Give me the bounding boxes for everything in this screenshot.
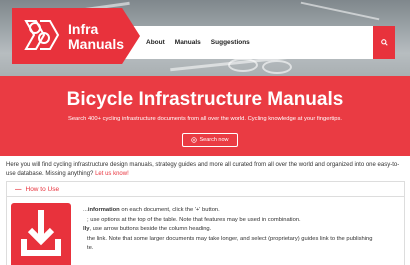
nav-about-link[interactable]: About — [146, 39, 165, 46]
search-icon — [380, 39, 388, 46]
plus-circle-icon — [191, 137, 198, 143]
how-to-use-title: How to Use — [25, 185, 60, 193]
intro-paragraph: Here you will find cycling infrastructur… — [6, 161, 406, 178]
instruction-line: ...information on each document, click t… — [83, 207, 220, 213]
logo-text-line2: Manuals — [68, 36, 125, 52]
let-us-know-link[interactable]: Let us know! — [95, 171, 129, 177]
site-logo[interactable]: Infra Manuals — [12, 8, 140, 64]
intro-text: Here you will find cycling infrastructur… — [6, 162, 400, 177]
instruction-line: lly, use arrow buttons beside the column… — [83, 226, 212, 232]
collapse-icon: — — [15, 185, 22, 193]
nav-suggestions-link[interactable]: Suggestions — [211, 39, 250, 46]
search-now-label: Search now — [199, 137, 229, 143]
bicycle-logo-icon — [24, 20, 60, 50]
instruction-line: the link. Note that some larger document… — [87, 235, 373, 242]
instruction-line: te. — [87, 245, 94, 251]
hero-banner: Bicycle Infrastructure Manuals Search 40… — [0, 76, 410, 156]
nav-manuals-link[interactable]: Manuals — [175, 39, 201, 46]
search-now-button[interactable]: Search now — [182, 133, 238, 147]
instruction-line: ; use options at the top of the table. N… — [87, 216, 301, 223]
hero-title: Bicycle Infrastructure Manuals — [66, 89, 344, 110]
search-button[interactable] — [373, 26, 395, 59]
hero-subtitle: Search 400+ cycling infrastructure docum… — [67, 116, 343, 122]
nav-links: About Manuals Suggestions — [146, 26, 260, 59]
download-button[interactable] — [11, 203, 71, 265]
how-to-use-toggle[interactable]: — How to Use — [7, 182, 404, 197]
download-icon — [21, 210, 61, 256]
logo-text-line1: Infra — [68, 21, 99, 37]
